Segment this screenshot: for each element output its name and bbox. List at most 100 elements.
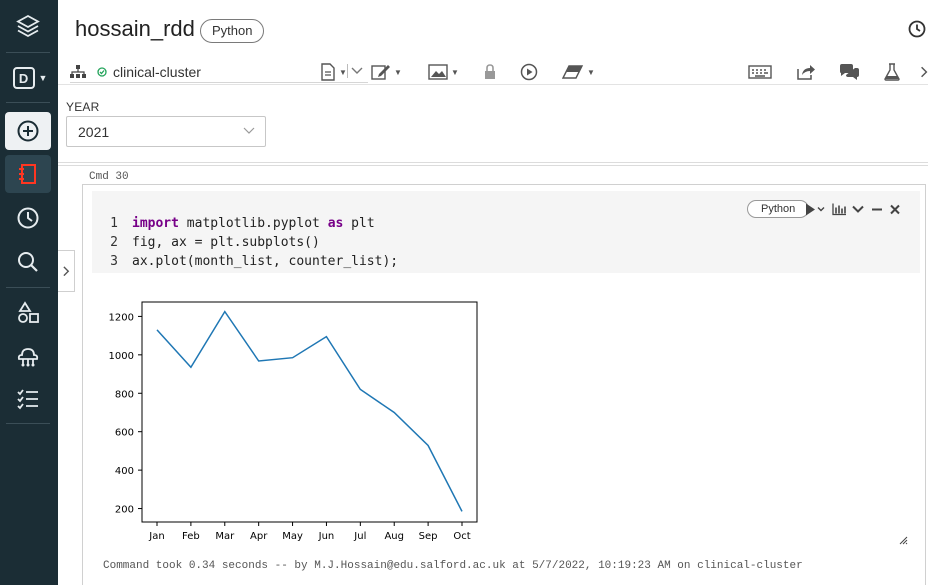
y-tick-label: 400 (115, 466, 134, 477)
minimize-cell-button[interactable] (871, 202, 883, 216)
x-tick-label: Jan (148, 531, 164, 542)
command-status: Command took 0.34 seconds -- by M.J.Hoss… (103, 560, 803, 572)
notebook-language-badge[interactable]: Python (200, 19, 265, 43)
sidebar-item-data[interactable] (5, 294, 51, 332)
comments-icon (840, 64, 859, 80)
cell-command-label: Cmd 30 (89, 171, 129, 183)
cluster-hierarchy-icon (70, 64, 86, 78)
caret-down-icon: ▼ (394, 67, 402, 77)
cluster-name: clinical-cluster (113, 63, 201, 80)
edit-menu-button[interactable]: ▼ (371, 63, 402, 81)
shapes-icon (18, 301, 39, 323)
file-icon (321, 63, 335, 81)
chevron-down-icon (243, 127, 255, 134)
search-icon (18, 252, 38, 272)
notebook-icon (19, 164, 36, 184)
notebook-cell[interactable]: 1 import matplotlib.pyplot as plt 2 fig, a… (82, 184, 926, 585)
x-tick-label: Aug (384, 531, 404, 542)
sidebar-divider (6, 423, 50, 424)
sidebar-item-compute[interactable] (5, 337, 51, 375)
play-icon (806, 203, 825, 215)
lock-icon (485, 64, 495, 79)
year-widget-dropdown[interactable]: 2021 (66, 116, 266, 147)
expand-sidebar-button[interactable] (58, 250, 75, 292)
clear-menu-button[interactable]: ▼ (562, 63, 595, 81)
sidebar-item-recents[interactable] (5, 199, 51, 237)
keyboard-shortcuts-button[interactable] (748, 63, 772, 81)
sidebar-divider (6, 287, 50, 288)
image-icon (428, 64, 448, 80)
share-button[interactable] (796, 63, 816, 81)
x-tick-label: Sep (419, 531, 438, 542)
year-widget-value: 2021 (78, 124, 110, 140)
sidebar-item-search[interactable] (5, 243, 51, 281)
eraser-icon (562, 65, 584, 79)
caret-down-icon: ▼ (451, 67, 459, 77)
cell-menu-button[interactable] (852, 202, 864, 216)
x-tick-label: Feb (182, 531, 200, 542)
experiment-button[interactable] (884, 63, 900, 81)
year-widget-label: YEAR (66, 100, 100, 114)
code-editor[interactable]: 1 import matplotlib.pyplot as plt 2 fig, a… (92, 191, 920, 273)
clock-icon (17, 207, 39, 229)
x-tick-label: May (282, 531, 303, 542)
x-tick-label: Mar (215, 531, 235, 542)
status-ok-icon (97, 66, 107, 77)
play-circle-icon (520, 63, 538, 81)
toolbar-divider (58, 84, 928, 85)
workspace-d-icon: D (12, 67, 35, 89)
file-menu-button[interactable]: ▼ (320, 63, 347, 81)
cloud-cluster-icon (17, 348, 39, 367)
workspace-switcher[interactable]: D ▼ (10, 64, 50, 92)
x-tick-label: Jul (353, 531, 366, 542)
code-line: 3 ax.plot(month_list, counter_list); (110, 254, 399, 269)
sidebar-divider (6, 102, 50, 103)
bar-chart-icon (832, 203, 846, 215)
caret-down-icon: ▼ (38, 73, 48, 83)
flask-icon (884, 63, 900, 81)
close-icon (890, 204, 900, 214)
collapse-panel-button[interactable] (920, 63, 928, 81)
share-icon (797, 65, 815, 80)
permissions-button[interactable] (484, 63, 496, 81)
plot-frame (141, 301, 478, 523)
run-all-button[interactable] (520, 63, 538, 81)
sidebar-item-workspace[interactable] (5, 155, 51, 193)
caret-down-icon: ▼ (339, 67, 347, 77)
cell-language-badge[interactable]: Python (747, 200, 810, 218)
line-chart: 200 400 600 800 1000 1200 Jan Feb Mar Apr May Jun Ju… (109, 301, 478, 542)
x-tick-label: Jun (318, 531, 335, 542)
view-menu-button[interactable]: ▼ (428, 63, 459, 81)
sidebar-divider (6, 52, 50, 53)
run-cell-button[interactable] (805, 202, 825, 216)
checklist-icon (17, 389, 38, 410)
databricks-logo-icon[interactable] (5, 7, 51, 45)
keyboard-icon (748, 65, 772, 79)
chart-options-button[interactable] (832, 202, 846, 216)
notebook-toolbar: clinical-cluster ▼ ▼ ▼ ▼ (58, 58, 928, 86)
code-line: 2 fig, ax = plt.subplots() (110, 235, 320, 250)
y-tick-label: 800 (115, 389, 134, 400)
chevron-right-icon (62, 266, 69, 276)
x-tick-label: Apr (250, 531, 268, 542)
caret-down-icon: ▼ (587, 67, 595, 77)
y-tick-label: 600 (115, 428, 134, 439)
sidebar-item-jobs[interactable] (5, 380, 51, 418)
code-line: 1 import matplotlib.pyplot as plt (110, 216, 375, 231)
minus-icon (872, 208, 882, 210)
edit-icon (371, 65, 390, 80)
notebook-app: D ▼ hossain_rdd Python clinical-cluster … (0, 0, 928, 585)
y-tick-label: 1200 (109, 312, 134, 323)
create-button[interactable] (5, 112, 51, 150)
plus-circle-icon (17, 120, 39, 142)
double-arrow-icon (921, 66, 928, 78)
revision-history-icon[interactable] (907, 19, 927, 39)
notebook-title[interactable]: hossain_rdd (75, 16, 195, 42)
x-tick-label: Oct (453, 531, 470, 542)
chevron-down-icon[interactable] (348, 64, 366, 78)
delete-cell-button[interactable] (890, 202, 900, 216)
sidebar: D ▼ (0, 0, 58, 585)
y-tick-label: 200 (115, 505, 134, 516)
resize-handle-icon[interactable] (898, 535, 908, 545)
comments-button[interactable] (838, 63, 860, 81)
